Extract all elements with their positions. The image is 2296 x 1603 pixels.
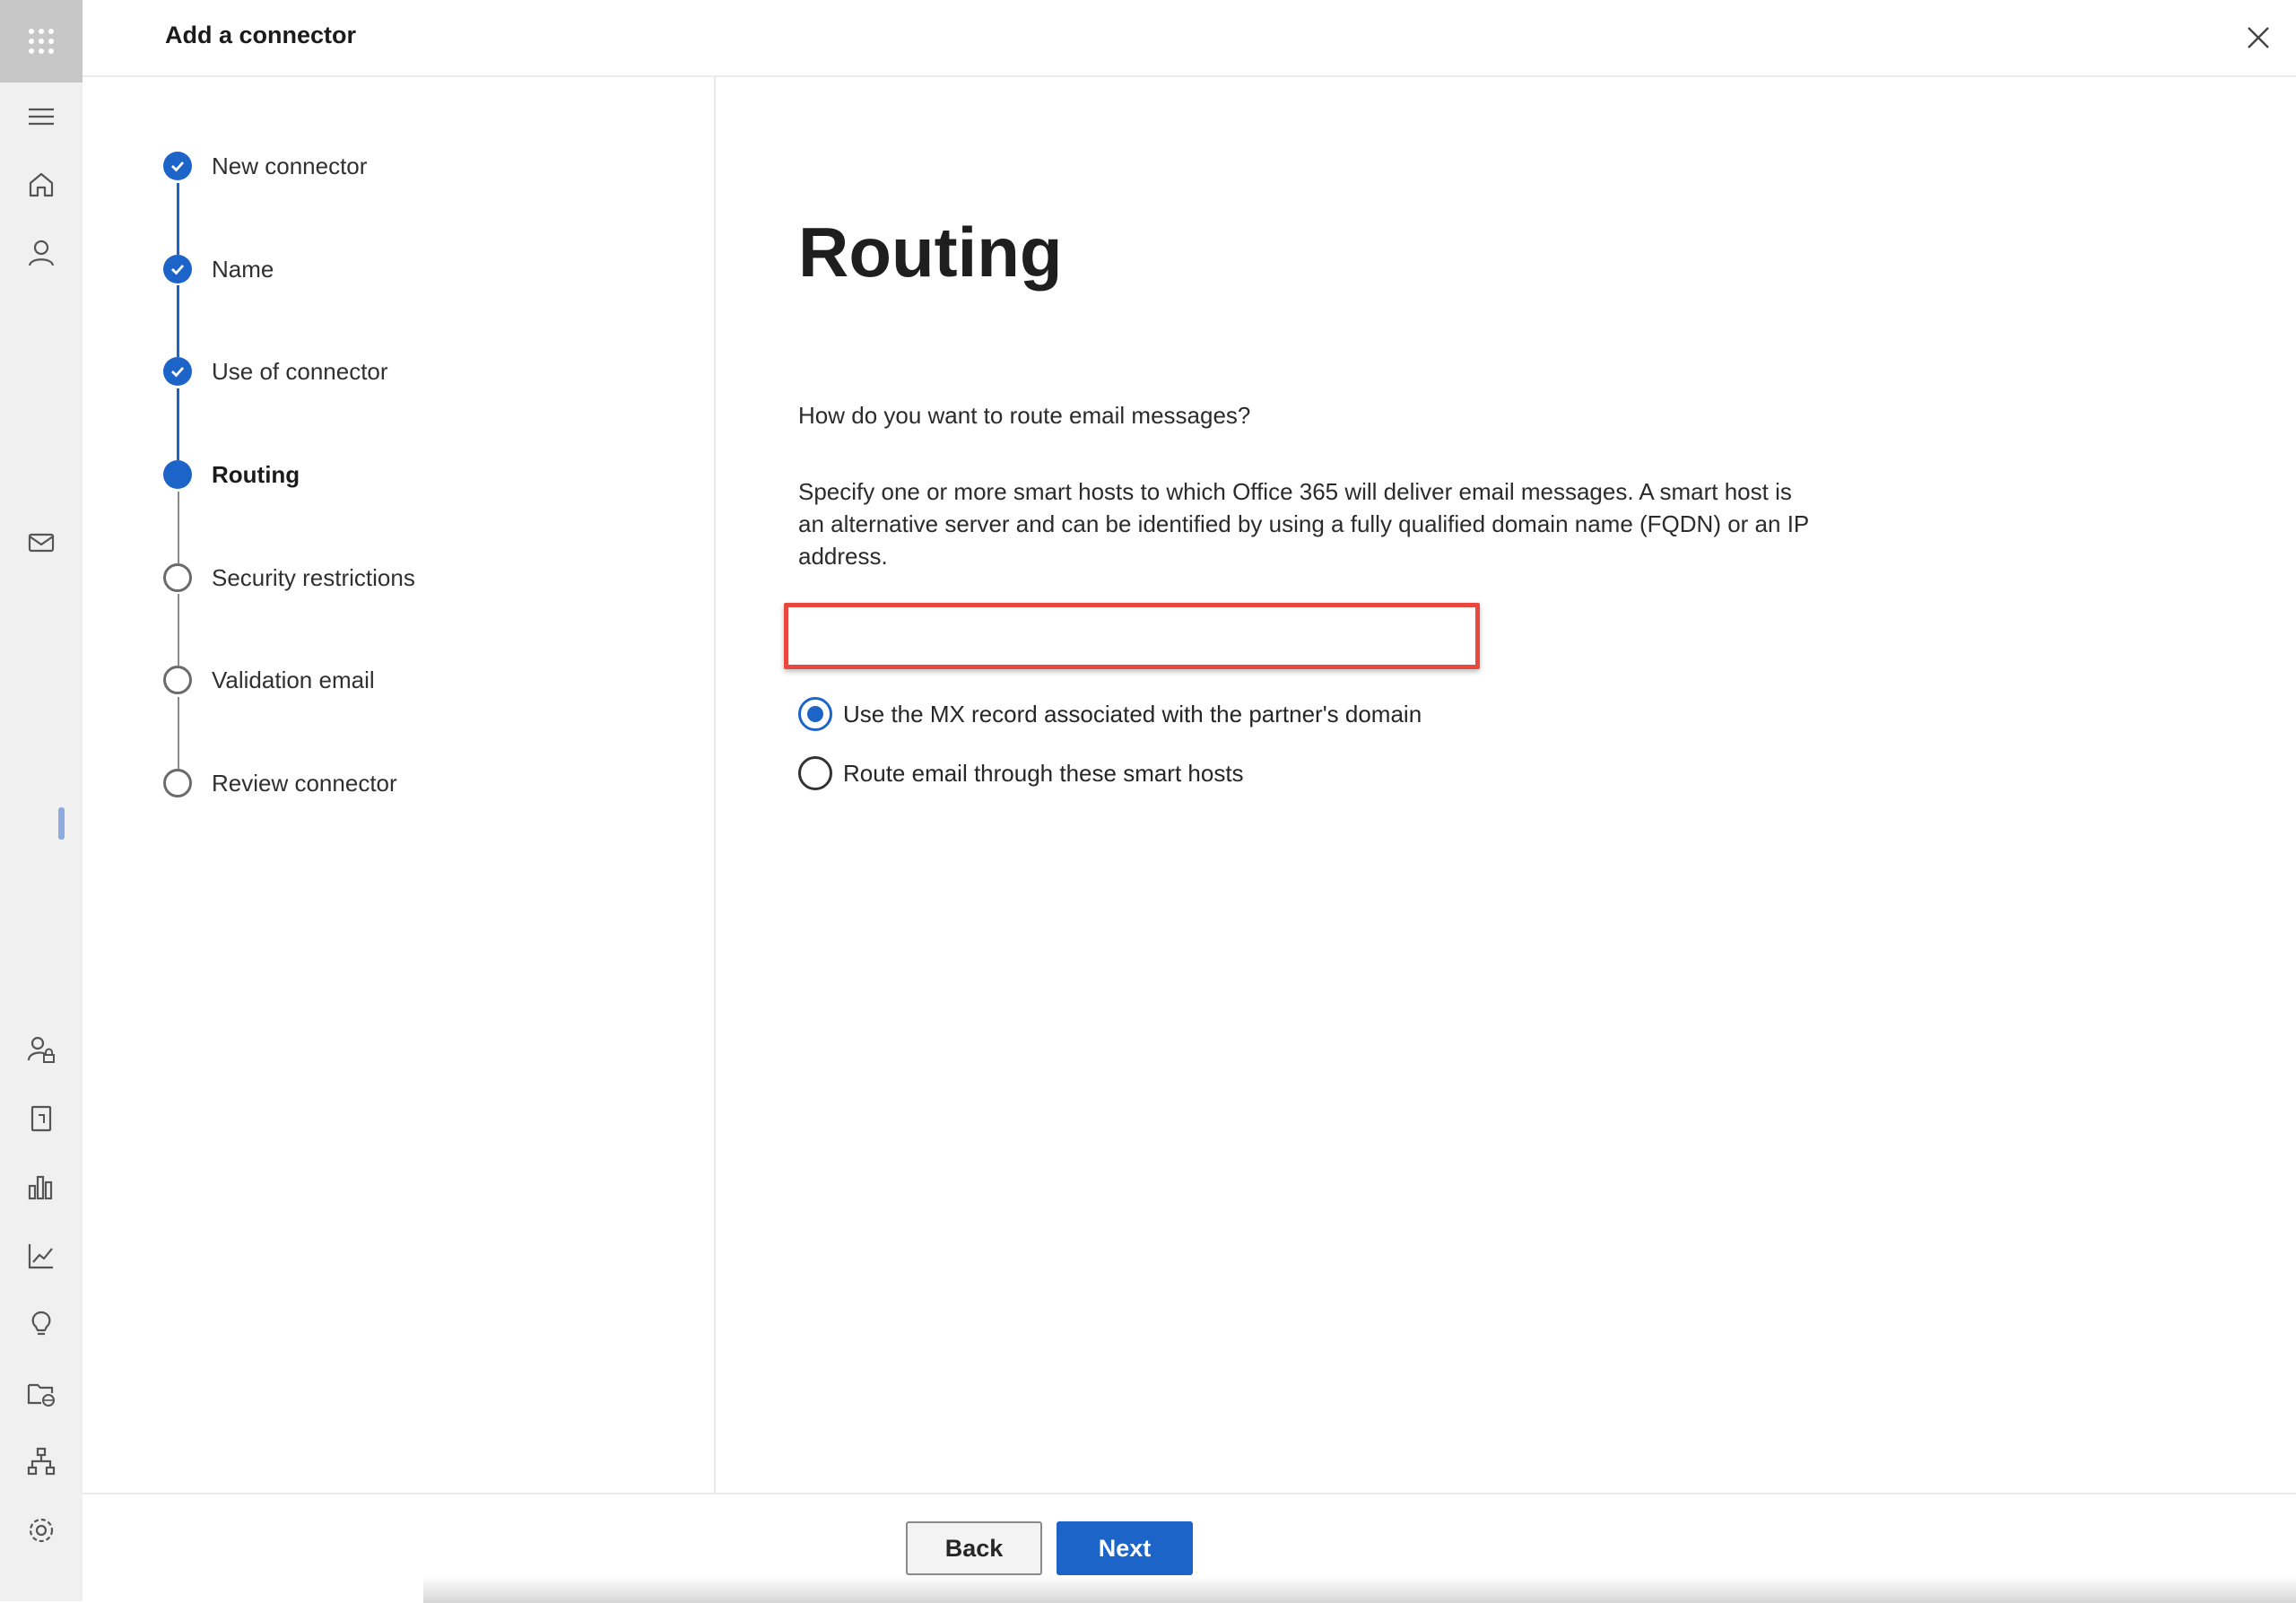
step-use-of-connector[interactable]: Use of connector — [163, 353, 388, 389]
routing-question: How do you want to route email messages? — [798, 402, 1251, 429]
highlight-annotation-box — [784, 603, 1480, 669]
reports-icon[interactable] — [23, 1169, 59, 1205]
step-validation-email: Validation email — [163, 662, 375, 698]
step-label: Security restrictions — [212, 563, 415, 591]
step-connector-line — [177, 183, 179, 255]
panel-header: Add a connector — [83, 0, 2296, 77]
user-lock-icon[interactable] — [23, 1032, 59, 1067]
step-connector-line — [178, 594, 179, 666]
left-nav-rail — [0, 0, 83, 1601]
wizard-steps-panel: New connector Name Use of connector Rout… — [83, 77, 716, 1493]
radio-option-mx-record[interactable]: Use the MX record associated with the pa… — [798, 694, 1422, 734]
step-security-restrictions: Security restrictions — [163, 560, 415, 596]
radio-button[interactable] — [798, 697, 832, 731]
app-launcher-button[interactable] — [0, 0, 83, 83]
pending-step-circle-icon — [163, 563, 192, 592]
step-label: Use of connector — [212, 357, 388, 385]
radio-option-smart-hosts[interactable]: Route email through these smart hosts — [798, 754, 1244, 793]
radio-label: Use the MX record associated with the pa… — [843, 700, 1422, 727]
pending-step-circle-icon — [163, 666, 192, 694]
step-connector-line — [178, 697, 179, 769]
step-label: Name — [212, 255, 274, 283]
wizard-footer: Back Next — [83, 1493, 2296, 1603]
step-name[interactable]: Name — [163, 251, 274, 287]
step-connector-line — [178, 492, 179, 563]
folder-globe-icon[interactable] — [23, 1375, 59, 1411]
person-icon[interactable] — [23, 235, 59, 271]
step-label: Routing — [212, 460, 300, 488]
step-review-connector: Review connector — [163, 765, 397, 801]
step-label: Review connector — [212, 769, 397, 797]
mail-icon[interactable] — [23, 525, 59, 561]
step-connector-line — [177, 388, 179, 460]
radio-label: Route email through these smart hosts — [843, 759, 1244, 787]
back-button[interactable]: Back — [906, 1521, 1042, 1575]
step-connector-line — [177, 285, 179, 357]
document-icon[interactable] — [23, 1101, 59, 1137]
step-new-connector[interactable]: New connector — [163, 148, 367, 184]
footer-shadow — [423, 1576, 2296, 1603]
rail-scroll-indicator — [58, 807, 65, 840]
radio-button[interactable] — [798, 756, 832, 790]
settings-icon[interactable] — [23, 1512, 59, 1548]
home-icon[interactable] — [23, 167, 59, 203]
step-label: New connector — [212, 152, 368, 179]
checkmark-icon — [163, 357, 192, 386]
app-launcher-icon — [29, 29, 54, 54]
checkmark-icon — [163, 255, 192, 283]
pending-step-circle-icon — [163, 769, 192, 797]
step-routing: Routing — [163, 457, 300, 492]
routing-description: Specify one or more smart hosts to which… — [798, 478, 1809, 570]
panel-title: Add a connector — [165, 22, 357, 48]
line-chart-icon[interactable] — [23, 1238, 59, 1274]
radio-selected-dot — [807, 706, 823, 722]
next-button[interactable]: Next — [1057, 1521, 1193, 1575]
checkmark-icon — [163, 152, 192, 180]
step-label: Validation email — [212, 666, 375, 693]
lightbulb-icon[interactable] — [23, 1306, 59, 1342]
close-button[interactable] — [2240, 20, 2276, 56]
close-icon — [2248, 27, 2269, 48]
hamburger-menu-icon[interactable] — [23, 99, 59, 135]
current-step-dot-icon — [163, 460, 192, 489]
org-chart-icon[interactable] — [23, 1443, 59, 1479]
page-title: Routing — [798, 213, 1063, 292]
